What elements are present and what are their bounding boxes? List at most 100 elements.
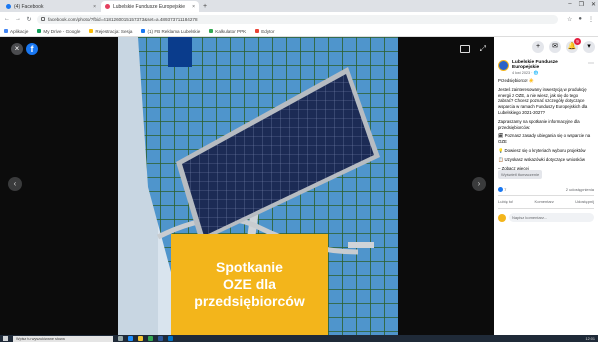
apps-icon: [4, 29, 8, 33]
caption-line: OZE dla: [223, 276, 276, 292]
page-avatar[interactable]: [498, 60, 509, 71]
bookmark-label: (1) FB Reklama Lubelskie: [147, 28, 201, 34]
bookmark-star-icon[interactable]: ☆: [567, 16, 572, 23]
notifications-icon[interactable]: 🔔 9: [566, 38, 581, 53]
back-icon[interactable]: ←: [4, 16, 10, 22]
os-taskbar: Wpisz tu wyszukiwane słowa 12:01: [0, 335, 598, 342]
tab-close-icon[interactable]: ×: [192, 4, 195, 10]
fullscreen-icon[interactable]: ⤢: [480, 44, 486, 54]
post-paragraph: Przedsiębiorco! ☀️: [498, 78, 535, 83]
profile-icon[interactable]: ●: [578, 16, 582, 23]
bookmark-item[interactable]: Edytor: [255, 29, 274, 34]
facebook-logo-icon[interactable]: f: [26, 43, 38, 55]
post-paragraph: 💡 Dowiesz się o kryteriach wyboru projek…: [498, 147, 586, 153]
browser-toolbar: ← → ↻ facebook.com/photo/?fbid=418126001…: [0, 12, 598, 26]
close-viewer-button[interactable]: ×: [11, 43, 23, 55]
tag-icon[interactable]: [460, 45, 470, 53]
browser-tab-lubelskie[interactable]: Lubelskie Fundusze Europejskie ×: [101, 1, 199, 12]
address-bar[interactable]: facebook.com/photo/?fbid=418126001515737…: [37, 14, 558, 24]
bookmark-label: Kalkulator PPK: [215, 28, 247, 34]
facebook-icon: [141, 29, 146, 33]
post-paragraph: Jesteś zainteresowany inwestycją w produ…: [498, 86, 588, 115]
post-panel: + ✉ 🔔 9 ▾ Lubelskie Fundusze Europejskie …: [494, 37, 598, 335]
like-reaction-icon: [498, 187, 503, 193]
bookmark-item[interactable]: (1) FB Reklama Lubelskie: [141, 29, 200, 34]
reactions-count[interactable]: 7: [498, 187, 507, 193]
instagram-favicon-icon: [105, 4, 110, 9]
window-controls: – ❐ ✕: [568, 1, 596, 8]
tab-strip: (4) Facebook × Lubelskie Fundusze Europe…: [0, 0, 598, 12]
post-paragraph: 📋 Uzyskasz wskazówki dotyczące wniosków: [498, 156, 586, 162]
photo-viewer: × f ⤢ Spotkanie OZE dla przedsiębiorców …: [0, 37, 494, 335]
calculator-icon: [209, 29, 214, 33]
user-avatar: [498, 213, 506, 222]
tab-close-icon[interactable]: ×: [93, 4, 96, 10]
word-icon[interactable]: [158, 336, 163, 341]
windows-start-icon[interactable]: [3, 336, 8, 341]
post-text: Przedsiębiorco! ☀️ Jesteś zainteresowany…: [498, 78, 594, 174]
menu-icon[interactable]: ⋮: [588, 16, 594, 23]
bookmark-icon: [89, 29, 94, 33]
bookmarks-bar: Aplikacje My Drive - Google Rejestracja:…: [0, 26, 598, 37]
share-button[interactable]: Udostępnij: [575, 199, 594, 204]
address-url: facebook.com/photo/?fbid=418126001515737…: [48, 16, 198, 22]
facebook-favicon-icon: [6, 4, 11, 9]
translate-button[interactable]: Wyświetl tłumaczenie: [498, 170, 543, 179]
post-paragraph: Zapraszamy na spotkanie informacyjne dla…: [498, 118, 580, 130]
task-view-icon[interactable]: [118, 336, 123, 341]
post-photo: Spotkanie OZE dla przedsiębiorców: [118, 37, 398, 335]
post-header: Lubelskie Fundusze Europejskie 4 kwi 202…: [498, 60, 594, 75]
post-stats: 7 2 udostępnienia: [498, 187, 594, 197]
new-tab-button[interactable]: +: [203, 1, 207, 12]
editor-icon: [255, 29, 260, 33]
toolbar-actions: ☆ ● ⋮: [567, 16, 594, 23]
post-date[interactable]: 4 kwi 2023 · 🌐: [512, 70, 585, 75]
page-name[interactable]: Lubelskie Fundusze Europejskie: [512, 60, 585, 70]
tab-label: (4) Facebook: [14, 3, 44, 10]
previous-photo-button[interactable]: ‹: [8, 177, 22, 191]
lock-icon: [41, 17, 45, 21]
browser-tab-facebook[interactable]: (4) Facebook ×: [2, 1, 100, 12]
facebook-header-actions: + ✉ 🔔 9 ▾: [532, 38, 595, 53]
messenger-icon[interactable]: ✉: [549, 41, 561, 53]
comment-button[interactable]: Komentarz: [535, 199, 554, 204]
close-window-icon[interactable]: ✕: [591, 1, 596, 8]
explorer-icon[interactable]: [138, 336, 143, 341]
notification-badge: 9: [574, 38, 581, 45]
likes-number: 7: [504, 187, 507, 192]
maximize-icon[interactable]: ❐: [579, 1, 584, 8]
drive-icon: [37, 29, 42, 33]
minimize-icon[interactable]: –: [568, 1, 571, 8]
more-options-icon[interactable]: ⋯: [588, 60, 594, 75]
browser-chrome: (4) Facebook × Lubelskie Fundusze Europe…: [0, 0, 598, 37]
reload-icon[interactable]: ↻: [26, 16, 32, 23]
bookmark-item[interactable]: My Drive - Google: [37, 29, 80, 34]
comment-input[interactable]: Napisz komentarz...: [509, 213, 594, 222]
bookmark-label: Edytor: [261, 28, 275, 34]
bookmark-item[interactable]: Aplikacje: [4, 29, 28, 34]
account-icon[interactable]: ▾: [583, 41, 595, 53]
like-button[interactable]: Lubię to!: [498, 199, 513, 204]
post-meta: Lubelskie Fundusze Europejskie 4 kwi 202…: [512, 60, 585, 75]
bookmark-item[interactable]: Kalkulator PPK: [209, 29, 246, 34]
edge-icon[interactable]: [128, 336, 133, 341]
caption-line: Spotkanie: [216, 259, 283, 275]
next-photo-button[interactable]: ›: [472, 177, 486, 191]
bookmark-label: Rejestracja: Sesja: [95, 28, 133, 34]
photo-caption: Spotkanie OZE dla przedsiębiorców: [171, 234, 328, 335]
outlook-icon[interactable]: [168, 336, 173, 341]
forward-icon[interactable]: →: [15, 16, 21, 22]
tab-label: Lubelskie Fundusze Europejskie: [113, 3, 185, 10]
shares-count[interactable]: 2 udostępnienia: [566, 187, 594, 192]
chrome-icon[interactable]: [148, 336, 153, 341]
create-icon[interactable]: +: [532, 41, 544, 53]
caption-line: przedsiębiorców: [194, 293, 305, 309]
post-actions: Lubię to! Komentarz Udostępnij: [498, 199, 594, 209]
taskbar-search[interactable]: Wpisz tu wyszukiwane słowa: [13, 335, 113, 342]
bookmark-item[interactable]: Rejestracja: Sesja: [89, 29, 132, 34]
clock[interactable]: 12:01: [585, 337, 595, 341]
bookmark-label: My Drive - Google: [43, 28, 81, 34]
comment-composer: Napisz komentarz...: [498, 213, 594, 222]
post-paragraph: 🗓 Poznasz zasady ubiegania się o wsparci…: [498, 133, 591, 145]
bookmark-label: Aplikacje: [10, 28, 29, 34]
